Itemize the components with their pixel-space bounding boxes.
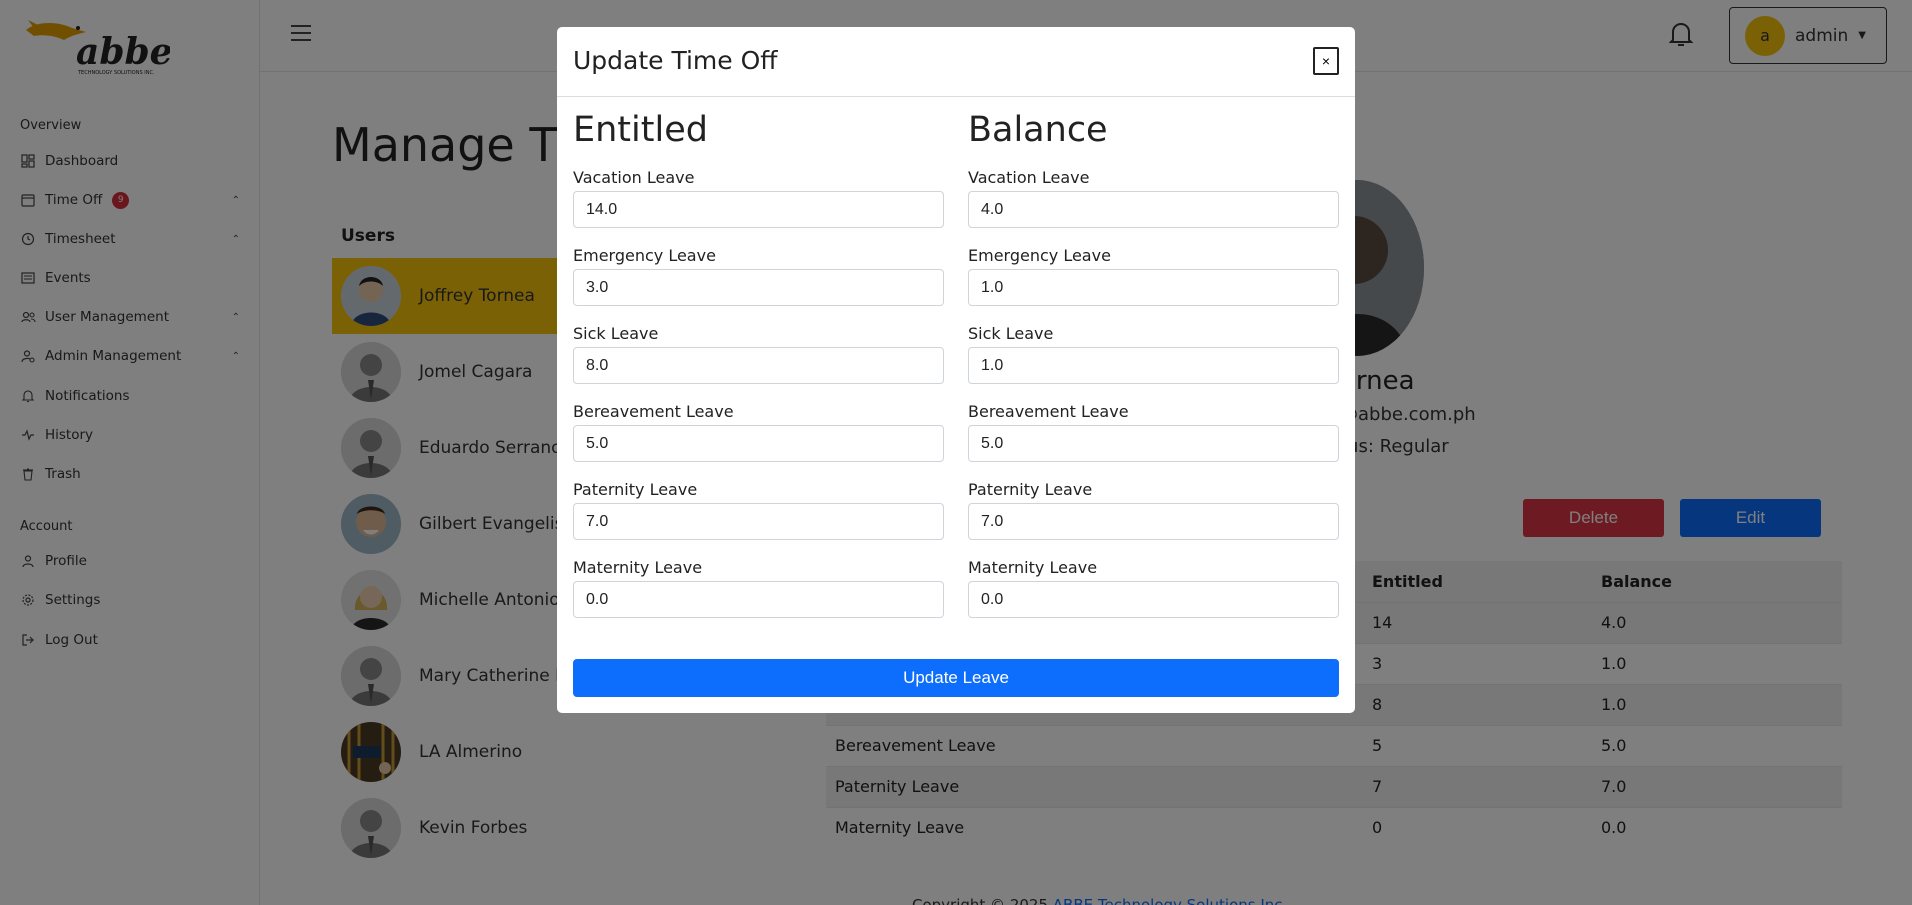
maternity-balance-input[interactable]	[968, 581, 1339, 618]
sick-balance-input[interactable]	[968, 347, 1339, 384]
field-label: Maternity Leave	[968, 558, 1098, 577]
sick-entitled-input[interactable]	[573, 347, 944, 384]
paternity-entitled-input[interactable]	[573, 503, 944, 540]
field-label: Bereavement Leave	[573, 402, 734, 421]
emergency-entitled-input[interactable]	[573, 269, 944, 306]
field-label: Sick Leave	[573, 324, 659, 343]
field-label: Bereavement Leave	[968, 402, 1129, 421]
entitled-heading: Entitled	[573, 110, 708, 150]
vacation-entitled-input[interactable]	[573, 191, 944, 228]
field-label: Paternity Leave	[968, 480, 1093, 499]
bereavement-balance-input[interactable]	[968, 425, 1339, 462]
modal-title: Update Time Off	[573, 46, 778, 75]
field-label: Emergency Leave	[573, 246, 716, 265]
field-label: Vacation Leave	[573, 168, 695, 187]
field-label: Emergency Leave	[968, 246, 1111, 265]
paternity-balance-input[interactable]	[968, 503, 1339, 540]
update-leave-button[interactable]: Update Leave	[573, 659, 1339, 697]
vacation-balance-input[interactable]	[968, 191, 1339, 228]
field-label: Maternity Leave	[573, 558, 703, 577]
field-label: Sick Leave	[968, 324, 1054, 343]
close-button[interactable]: ×	[1313, 47, 1339, 75]
update-time-off-modal: Update Time Off × Entitled Balance Vacat…	[557, 27, 1355, 713]
maternity-entitled-input[interactable]	[573, 581, 944, 618]
field-label: Vacation Leave	[968, 168, 1090, 187]
balance-heading: Balance	[968, 110, 1108, 150]
modal-header: Update Time Off ×	[557, 27, 1355, 97]
emergency-balance-input[interactable]	[968, 269, 1339, 306]
field-label: Paternity Leave	[573, 480, 698, 499]
bereavement-entitled-input[interactable]	[573, 425, 944, 462]
